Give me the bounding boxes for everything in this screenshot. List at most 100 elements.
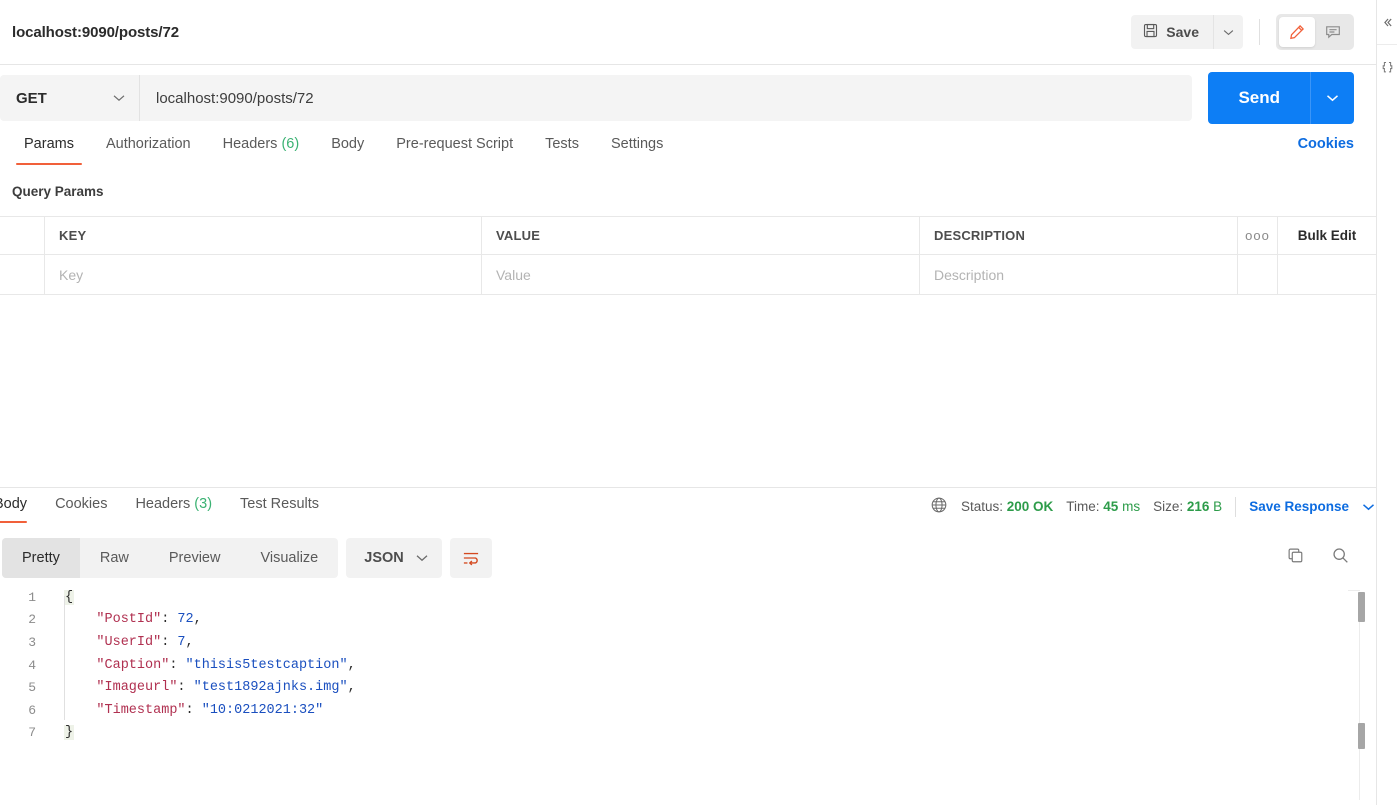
chevron-down-icon [416,555,428,562]
tab-label: Headers [135,496,191,512]
response-scrollbar-track[interactable] [1359,592,1360,800]
param-value-placeholder: Value [496,266,531,283]
chevron-down-icon [1223,29,1234,35]
code-line: 7} [0,722,1376,745]
line-number: 7 [28,725,36,741]
code-line: 3 "UserId": 7, [0,631,1376,654]
save-button[interactable]: Save [1131,15,1213,49]
param-description-input[interactable]: Description [920,255,1238,294]
url-bar: GET Send [0,65,1376,131]
bulk-edit-button[interactable]: Bulk Edit [1278,217,1376,254]
param-value-input[interactable]: Value [482,255,920,294]
tab-params[interactable]: Params [8,133,90,165]
tab-tests[interactable]: Tests [529,133,595,165]
code-token: , [193,612,202,628]
comments-button[interactable] [1315,17,1351,47]
tab-settings[interactable]: Settings [595,133,679,165]
code-text: { [64,589,75,605]
status-divider [1235,496,1237,517]
save-response-caret[interactable] [1362,499,1375,514]
code-token: : [161,612,178,628]
code-token: : [169,657,186,673]
code-line: 6 "Timestamp": "10:0212021:32" [0,699,1376,722]
code-token: , [185,634,194,650]
code-token: : [177,680,194,696]
word-wrap-toggle[interactable] [449,538,492,578]
tab-count-badge: (6) [281,136,300,152]
view-visualize-button[interactable]: Visualize [240,538,338,578]
save-response-button[interactable]: Save Response [1249,499,1349,514]
http-method-dropdown[interactable]: GET [0,75,140,121]
param-key-input[interactable]: Key [45,255,482,294]
postman-app-window: localhost:9090/posts/72 Save GET localho… [0,0,1397,805]
row-checkbox-cell[interactable] [0,255,45,294]
code-snippet-button[interactable] [1377,45,1397,89]
tab-label: Pre-request Script [396,136,514,152]
tab-authorization[interactable]: Authorization [90,133,207,165]
tab-pre-request-script[interactable]: Pre-request Script [380,133,529,165]
save-button-group: Save [1131,15,1243,49]
size-group: Size: 216 B [1153,499,1222,514]
tab-count-badge: (3) [194,496,213,512]
code-line: 1{ [0,586,1376,609]
code-line-list: 1{2 "PostId": 72, 3 "UserId": 7, 4 "Captio… [0,586,1376,744]
send-options-caret[interactable] [1310,72,1354,124]
column-header-key: KEY [45,217,482,254]
code-token: "PostId" [96,612,162,628]
code-token: "10:0212021:32" [201,702,324,718]
request-url-input[interactable] [140,75,1193,121]
tab-body[interactable]: Body [315,133,380,165]
tab-label: Settings [610,136,664,152]
response-tab-body[interactable]: Body [0,488,41,523]
status-label: Status: [960,499,1003,514]
code-line: 4 "Caption": "thisis5testcaption", [0,654,1376,677]
edit-mode-button[interactable] [1279,17,1315,47]
code-token: , [347,657,356,673]
code-token: 7 [177,634,186,650]
row-options-cell [1238,255,1278,294]
param-description-placeholder: Description [934,266,1005,283]
top-bar-actions: Save [1131,0,1376,64]
window-notch [675,0,815,4]
search-button[interactable] [1331,546,1350,570]
request-tab-bar: Params Authorization Headers (6) Body Pr… [0,133,1376,175]
row-bulk-cell [1278,255,1376,294]
status-group: Status: 200 OK [961,499,1053,514]
response-tab-test-results[interactable]: Test Results [226,488,333,523]
response-scrollbar-thumb-secondary[interactable] [1358,723,1365,749]
view-pretty-button[interactable]: Pretty [2,538,80,578]
code-token: "Caption" [96,657,170,673]
cookies-link[interactable]: Cookies [1298,136,1354,152]
response-tab-headers[interactable]: Headers (3) [121,488,226,523]
code-line: 5 "Imageurl": "test1892ajnks.img", [0,676,1376,699]
view-raw-button[interactable]: Raw [80,538,149,578]
tab-headers[interactable]: Headers (6) [207,133,316,165]
response-tab-cookies[interactable]: Cookies [41,488,121,523]
tab-label: Params [24,136,74,152]
table-options-button[interactable]: ooo [1238,217,1278,254]
tab-label: Tests [545,136,579,152]
table-row: Key Value Description [0,255,1376,295]
response-language-dropdown[interactable]: JSON [346,538,442,578]
response-body-viewer[interactable]: 1{2 "PostId": 72, 3 "UserId": 7, 4 "Captio… [0,586,1376,805]
floppy-disk-icon [1143,23,1158,41]
line-number: 1 [28,589,36,605]
collapse-sidebar-button[interactable] [1377,0,1397,44]
code-text: "Timestamp": "10:0212021:32" [64,703,323,718]
chevron-down-icon [1327,95,1338,102]
copy-icon [1288,548,1303,563]
send-button[interactable]: Send [1208,72,1310,124]
response-scrollbar-thumb[interactable] [1358,592,1365,622]
request-title: localhost:9090/posts/72 [12,23,179,41]
view-preview-button[interactable]: Preview [149,538,241,578]
save-options-caret[interactable] [1213,15,1243,49]
tab-label: Body [0,496,28,512]
code-text: "Caption": "thisis5testcaption", [64,657,356,673]
code-text: "Imageurl": "test1892ajnks.img", [64,680,355,696]
code-token: } [64,725,75,741]
copy-button[interactable] [1286,546,1305,570]
code-token: { [64,589,75,605]
